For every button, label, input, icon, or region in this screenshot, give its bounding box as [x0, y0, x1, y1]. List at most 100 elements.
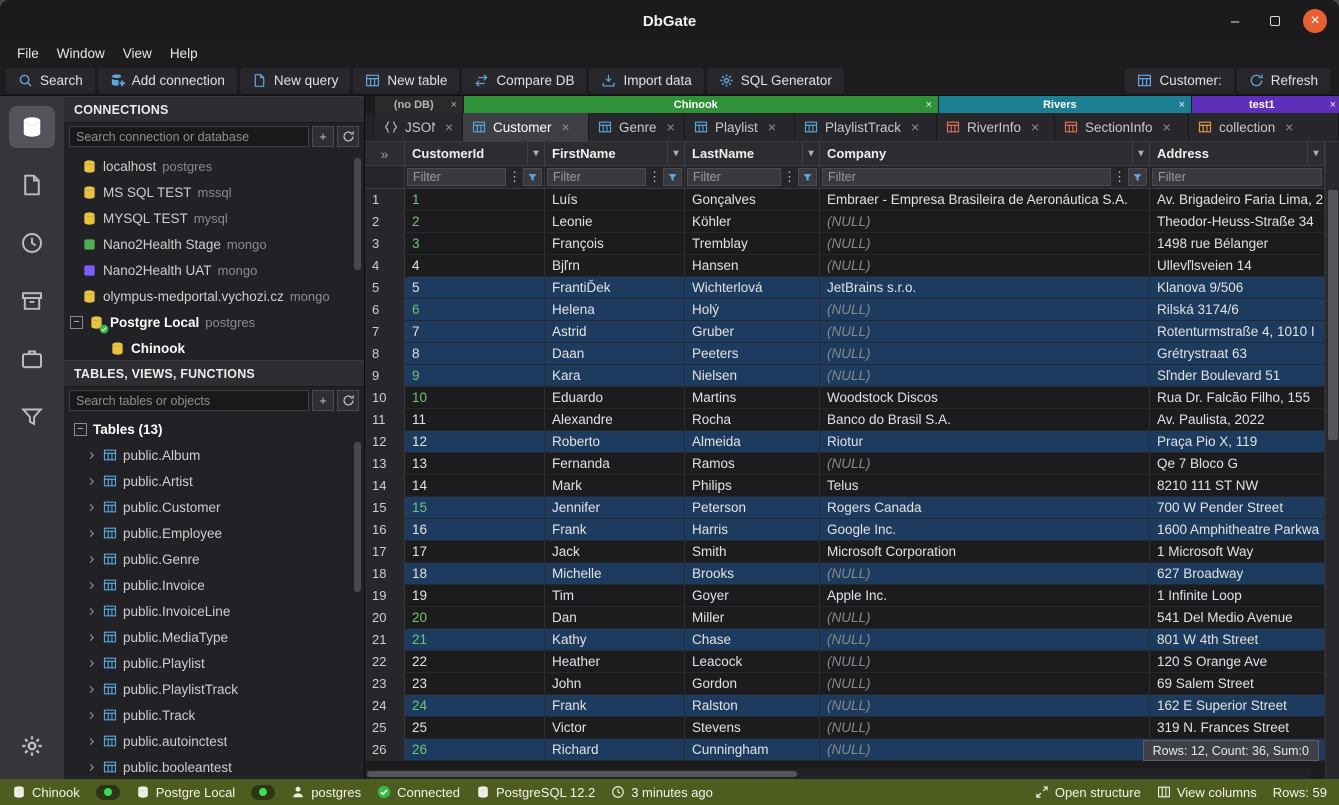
table-public-mediatype[interactable]: public.MediaType	[64, 624, 364, 650]
tables-refresh-button[interactable]	[337, 390, 359, 411]
close-icon[interactable]: ×	[1285, 119, 1293, 135]
grid-row-19[interactable]: 1919TimGoyerApple Inc.1 Infinite Loop	[365, 585, 1325, 607]
cell-lastname[interactable]: Nielsen	[685, 365, 820, 386]
cell-address[interactable]: Klanova 9/506	[1150, 277, 1325, 298]
connection-nano2health-uat[interactable]: Nano2Health UATmongo	[64, 257, 364, 283]
cell-customerid[interactable]: 24	[405, 695, 545, 716]
cell-customerid[interactable]: 21	[405, 629, 545, 650]
column-header-address[interactable]: Address▾	[1150, 142, 1325, 165]
row-number[interactable]: 10	[365, 387, 405, 408]
connection-olympus-medportal-vychozi-cz[interactable]: olympus-medportal.vychozi.czmongo	[64, 283, 364, 309]
column-header-firstname[interactable]: FirstName▾	[545, 142, 685, 165]
activitybar-archive[interactable]	[9, 280, 55, 322]
cell-lastname[interactable]: Tremblay	[685, 233, 820, 254]
cell-customerid[interactable]: 14	[405, 475, 545, 496]
row-number[interactable]: 24	[365, 695, 405, 716]
column-menu-icon[interactable]: ▾	[667, 142, 684, 165]
cell-address[interactable]: Rilská 3174/6	[1150, 299, 1325, 320]
grid-row-16[interactable]: 1616FrankHarrisGoogle Inc.1600 Amphithea…	[365, 519, 1325, 541]
tab-sectioninfo[interactable]: SectionInfo×	[1055, 113, 1189, 141]
tab-collection[interactable]: collection×	[1189, 113, 1339, 141]
grid-row-6[interactable]: 66HelenaHolý(NULL)Rilská 3174/6	[365, 299, 1325, 321]
cell-customerid[interactable]: 4	[405, 255, 545, 276]
cell-company[interactable]: (NULL)	[820, 673, 1150, 694]
row-number[interactable]: 21	[365, 629, 405, 650]
cell-address[interactable]: Sľnder Boulevard 51	[1150, 365, 1325, 386]
cell-address[interactable]: 1498 rue Bélanger	[1150, 233, 1325, 254]
tab-riverinfo[interactable]: RiverInfo×	[937, 113, 1055, 141]
cell-company[interactable]: Google Inc.	[820, 519, 1150, 540]
cell-lastname[interactable]: Miller	[685, 607, 820, 628]
cell-lastname[interactable]: Rocha	[685, 409, 820, 430]
connection-localhost[interactable]: localhostpostgres	[64, 153, 364, 179]
row-number[interactable]: 5	[365, 277, 405, 298]
connection-nano2health-stage[interactable]: Nano2Health Stagemongo	[64, 231, 364, 257]
menu-window[interactable]: Window	[48, 44, 114, 63]
cell-company[interactable]: (NULL)	[820, 739, 1150, 760]
cell-company[interactable]: (NULL)	[820, 343, 1150, 364]
cell-company[interactable]: (NULL)	[820, 695, 1150, 716]
status-connected[interactable]: Connected	[377, 785, 460, 800]
row-number[interactable]: 16	[365, 519, 405, 540]
row-number[interactable]: 22	[365, 651, 405, 672]
toolbar-add-connection[interactable]: Add connection	[98, 68, 237, 93]
tab-playlisttrack[interactable]: PlaylistTrack×	[795, 113, 937, 141]
row-number[interactable]: 6	[365, 299, 405, 320]
cell-company[interactable]: Banco do Brasil S.A.	[820, 409, 1150, 430]
column-header-lastname[interactable]: LastName▾	[685, 142, 820, 165]
cell-firstname[interactable]: Alexandre	[545, 409, 685, 430]
cell-firstname[interactable]: Leonie	[545, 211, 685, 232]
connection-postgre-local[interactable]: −Postgre Localpostgres	[64, 309, 364, 335]
grid-row-12[interactable]: 1212RobertoAlmeidaRioturPraça Pio X, 119	[365, 431, 1325, 453]
row-number[interactable]: 19	[365, 585, 405, 606]
cell-address[interactable]: 162 E Superior Street	[1150, 695, 1325, 716]
cell-company[interactable]: (NULL)	[820, 233, 1150, 254]
cell-firstname[interactable]: Dan	[545, 607, 685, 628]
grid-row-21[interactable]: 2121KathyChase(NULL)801 W 4th Street	[365, 629, 1325, 651]
minimize-button[interactable]: –	[1223, 9, 1247, 33]
cell-address[interactable]: 69 Salem Street	[1150, 673, 1325, 694]
cell-company[interactable]: (NULL)	[820, 299, 1150, 320]
connections-search-input[interactable]	[69, 126, 309, 147]
cell-address[interactable]: 541 Del Medio Avenue	[1150, 607, 1325, 628]
grid-row-8[interactable]: 88DaanPeeters(NULL)Grétrystraat 63	[365, 343, 1325, 365]
collapse-icon[interactable]: −	[70, 316, 83, 329]
grid-row-14[interactable]: 1414MarkPhilipsTelus8210 111 ST NW	[365, 475, 1325, 497]
grid-row-3[interactable]: 33FrançoisTremblay(NULL)1498 rue Bélange…	[365, 233, 1325, 255]
cell-lastname[interactable]: Martins	[685, 387, 820, 408]
cell-firstname[interactable]: Fernanda	[545, 453, 685, 474]
cell-customerid[interactable]: 6	[405, 299, 545, 320]
column-menu-icon[interactable]: ▾	[802, 142, 819, 165]
cell-lastname[interactable]: Wichterlová	[685, 277, 820, 298]
cell-lastname[interactable]: Hansen	[685, 255, 820, 276]
table-public-customer[interactable]: public.Customer	[64, 494, 364, 520]
activitybar-connections[interactable]	[9, 106, 55, 148]
grid-row-20[interactable]: 2020DanMiller(NULL)541 Del Medio Avenue	[365, 607, 1325, 629]
cell-firstname[interactable]: Daan	[545, 343, 685, 364]
cell-address[interactable]: Rotenturmstraße 4, 1010 I	[1150, 321, 1325, 342]
cell-customerid[interactable]: 10	[405, 387, 545, 408]
cell-company[interactable]: (NULL)	[820, 211, 1150, 232]
close-icon[interactable]: ×	[911, 119, 919, 135]
cell-lastname[interactable]: Holý	[685, 299, 820, 320]
filter-funnel-icon[interactable]	[523, 168, 542, 186]
close-icon[interactable]: ×	[451, 99, 457, 111]
table-public-track[interactable]: public.Track	[64, 702, 364, 728]
filter-menu-icon[interactable]: ⋮	[782, 168, 797, 186]
cell-firstname[interactable]: Roberto	[545, 431, 685, 452]
activitybar-cell-data[interactable]	[9, 396, 55, 438]
tables-scrollbar-thumb[interactable]	[354, 442, 361, 592]
vertical-scrollbar-thumb[interactable]	[1328, 190, 1338, 440]
toolbar-import-data[interactable]: Import data	[589, 68, 703, 93]
grid-row-22[interactable]: 2222HeatherLeacock(NULL)120 S Orange Ave	[365, 651, 1325, 673]
horizontal-scrollbar[interactable]	[365, 769, 1311, 779]
row-number[interactable]: 25	[365, 717, 405, 738]
cell-firstname[interactable]: Kathy	[545, 629, 685, 650]
collapse-icon[interactable]: −	[74, 423, 87, 436]
row-number[interactable]: 1	[365, 189, 405, 210]
cell-company[interactable]: (NULL)	[820, 453, 1150, 474]
cell-lastname[interactable]: Ramos	[685, 453, 820, 474]
filter-input-customerid[interactable]	[407, 168, 506, 186]
cell-address[interactable]: Rua Dr. Falcão Filho, 155	[1150, 387, 1325, 408]
grid-row-4[interactable]: 44BjľrnHansen(NULL)Ullevľlsveien 14	[365, 255, 1325, 277]
